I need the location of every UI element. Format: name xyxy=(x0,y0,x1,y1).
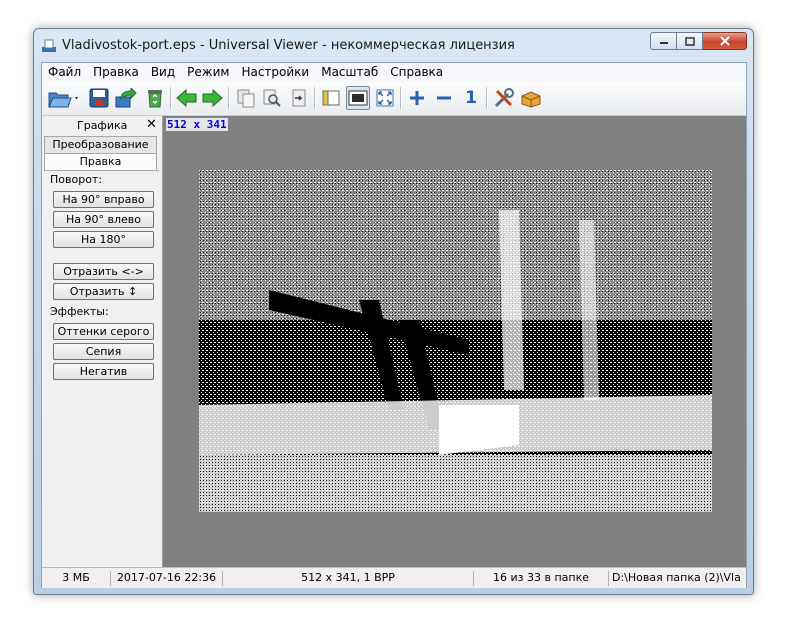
tab-transform[interactable]: Преобразование xyxy=(44,136,157,153)
plugins-button[interactable] xyxy=(519,86,543,110)
menu-bar: Файл Правка Вид Режим Настройки Масштаб … xyxy=(42,63,746,82)
menu-file[interactable]: Файл xyxy=(42,63,87,82)
zoom-out-icon xyxy=(437,96,451,100)
sepia-button[interactable]: Сепия xyxy=(53,343,154,360)
rotate-label: Поворот: xyxy=(50,173,103,186)
menu-edit[interactable]: Правка xyxy=(87,63,145,82)
status-bar: 3 МБ 2017-07-16 22:36 512 x 341, 1 BPP 1… xyxy=(42,567,746,588)
save-button[interactable] xyxy=(87,86,111,110)
close-button[interactable] xyxy=(703,32,747,50)
close-icon xyxy=(719,36,730,46)
image-view-area[interactable]: 512 x 341 xyxy=(163,116,746,567)
panel-toggle-icon xyxy=(322,90,340,106)
menu-help[interactable]: Справка xyxy=(384,63,449,82)
toolbar-separator xyxy=(314,87,316,109)
status-file-position: 16 из 33 в папке xyxy=(474,571,609,586)
zoom-in-button[interactable] xyxy=(405,86,429,110)
status-path: D:\Новая папка (2)\Vla xyxy=(612,571,741,584)
toolbar-separator xyxy=(486,87,488,109)
app-icon xyxy=(42,39,56,52)
app-window: Vladivostok-port.eps - Universal Viewer … xyxy=(33,28,754,595)
window-controls xyxy=(650,32,747,52)
panel-title: Графика xyxy=(77,119,128,132)
zoom-in-icon xyxy=(410,91,424,105)
panel-toggle-button[interactable] xyxy=(319,86,343,110)
menu-mode[interactable]: Режим xyxy=(181,63,235,82)
fit-window-icon xyxy=(348,90,368,106)
forward-arrow-icon xyxy=(202,88,223,108)
original-size-button[interactable]: 1 xyxy=(459,86,483,110)
open-folder-icon xyxy=(48,92,78,108)
plugin-icon xyxy=(521,91,541,108)
panel-header: Графика ✕ xyxy=(42,116,162,134)
grayscale-button[interactable]: Оттенки серого xyxy=(53,323,154,340)
toolbar-separator xyxy=(400,87,402,109)
menu-settings[interactable]: Настройки xyxy=(235,63,315,82)
photo-dithered-port xyxy=(199,170,712,512)
rotate-left-button[interactable]: На 90° влево xyxy=(53,211,154,228)
rotate-180-button[interactable]: На 180° xyxy=(53,231,154,248)
save-icon xyxy=(89,88,109,108)
toolbar: 1 xyxy=(42,82,746,116)
paste-button[interactable] xyxy=(287,86,311,110)
open-button[interactable] xyxy=(47,86,81,110)
export-icon xyxy=(115,88,137,108)
back-arrow-icon xyxy=(176,88,197,108)
flip-vertical-button[interactable]: Отразить ↕ xyxy=(53,283,154,300)
graphics-panel: Графика ✕ Преобразование Правка Поворот:… xyxy=(42,116,163,567)
effects-label: Эффекты: xyxy=(50,305,109,318)
find-button[interactable] xyxy=(260,86,284,110)
status-file-size: 3 МБ xyxy=(42,571,111,586)
minimize-button[interactable] xyxy=(650,32,677,50)
fit-window-button[interactable] xyxy=(346,86,370,110)
original-size-icon: 1 xyxy=(465,88,477,108)
paste-icon xyxy=(292,89,306,107)
tab-content: Поворот: На 90° вправо На 90° влево На 1… xyxy=(44,170,159,563)
next-button[interactable] xyxy=(200,86,224,110)
rotate-right-button[interactable]: На 90° вправо xyxy=(53,191,154,208)
tab-edit[interactable]: Правка xyxy=(44,153,157,170)
search-icon xyxy=(263,89,281,107)
status-date: 2017-07-16 22:36 xyxy=(111,571,223,586)
copy-icon xyxy=(237,89,255,108)
options-button[interactable] xyxy=(492,86,516,110)
title-bar[interactable]: Vladivostok-port.eps - Universal Viewer … xyxy=(34,29,753,63)
flip-horizontal-button[interactable]: Отразить <-> xyxy=(53,263,154,280)
window-title: Vladivostok-port.eps - Universal Viewer … xyxy=(62,38,515,53)
zoom-out-button[interactable] xyxy=(432,86,456,110)
maximize-button[interactable] xyxy=(677,32,703,50)
menu-view[interactable]: Вид xyxy=(145,63,181,82)
fullscreen-button[interactable] xyxy=(373,86,397,110)
port-image xyxy=(199,170,712,512)
status-dimensions: 512 x 341, 1 BPP xyxy=(223,571,474,586)
fullscreen-icon xyxy=(376,89,394,107)
toolbar-separator xyxy=(228,87,230,109)
delete-button[interactable] xyxy=(143,86,167,110)
tools-icon xyxy=(494,88,514,108)
toolbar-separator xyxy=(170,87,172,109)
image-size-label: 512 x 341 xyxy=(166,118,228,131)
export-button[interactable] xyxy=(114,86,138,110)
client-area: Файл Правка Вид Режим Настройки Масштаб … xyxy=(41,62,747,588)
maximize-icon xyxy=(684,36,695,46)
menu-zoom[interactable]: Масштаб xyxy=(315,63,384,82)
previous-button[interactable] xyxy=(175,86,199,110)
recycle-bin-icon xyxy=(148,90,162,108)
panel-close-icon[interactable]: ✕ xyxy=(146,117,157,132)
negative-button[interactable]: Негатив xyxy=(53,363,154,380)
copy-button[interactable] xyxy=(234,86,258,110)
minimize-icon xyxy=(659,42,668,44)
